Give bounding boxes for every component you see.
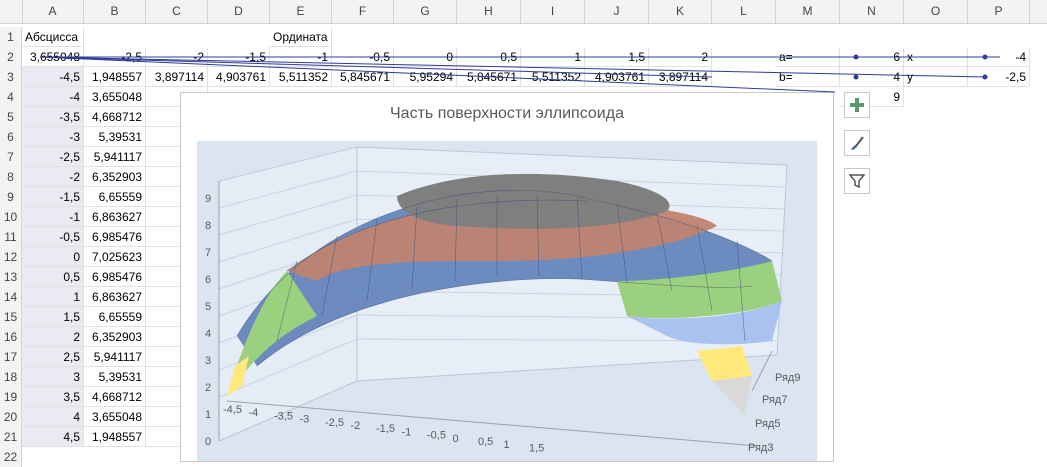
cell-b17[interactable]: 5,941117 [84,347,146,367]
cell-a13[interactable]: 0,5 [22,267,84,287]
x-tick-label: -2,5 [325,417,344,429]
cell-b12[interactable]: 7,025623 [84,247,146,267]
cell-b11[interactable]: 6,985476 [84,227,146,247]
cell-b19[interactable]: 4,668712 [84,387,146,407]
x-tick-label: 1 [504,439,510,451]
cell-a6[interactable]: -3 [22,127,84,147]
z-tick-label: 0 [205,436,211,448]
chart-ellipsoid[interactable]: Часть поверхности эллипсоида 0 1 2 3 4 5… [180,92,834,462]
z-tick-label: 7 [205,247,211,259]
cell-b15[interactable]: 6,65559 [84,307,146,327]
cell-b7[interactable]: 5,941117 [84,147,146,167]
row-header-14[interactable]: 14 [0,287,22,307]
z-tick-label: 3 [205,355,211,367]
x-tick-label: -0,5 [427,430,446,442]
cell-a14[interactable]: 1 [22,287,84,307]
cell-a17[interactable]: 2,5 [22,347,84,367]
series-label: Ряд5 [755,418,780,430]
row-header-21[interactable]: 21 [0,427,22,447]
cell-b10[interactable]: 6,863627 [84,207,146,227]
row-header-15[interactable]: 15 [0,307,22,327]
chart-styles-button[interactable] [844,130,870,156]
row-header-11[interactable]: 11 [0,227,22,247]
z-tick-label: 8 [205,220,211,232]
z-tick-label: 6 [205,274,211,286]
cell-a15[interactable]: 1,5 [22,307,84,327]
cell-b9[interactable]: 6,65559 [84,187,146,207]
brush-icon [851,136,864,150]
cell-b20[interactable]: 3,655048 [84,407,146,427]
surface-band-lightgray-right [712,376,752,416]
series-label: Ряд3 [748,442,773,454]
x-tick-label: -3 [300,414,310,426]
cell-a9[interactable]: -1,5 [22,187,84,207]
row-header-8[interactable]: 8 [0,167,22,187]
x-tick-label: -4 [249,407,259,419]
cell-a10[interactable]: -1 [22,207,84,227]
row-header-6[interactable]: 6 [0,127,22,147]
z-tick-label: 2 [205,382,211,394]
cell-b21[interactable]: 1,948557 [84,427,146,447]
surface-chart-svg: 0 1 2 3 4 5 6 7 8 9 -4,5 -4 -3,5 -3 -2,5 -2 -1,5 -1 -0,5 0… [205,146,800,454]
plot-area: 0 1 2 3 4 5 6 7 8 9 -4,5 -4 -3,5 -3 -2,5 -2 -1,5 -1 -0,5 0… [197,141,817,461]
x-tick-label: 0 [453,433,459,445]
cell-a8[interactable]: -2 [22,167,84,187]
row-header-18[interactable]: 18 [0,367,22,387]
cell-b14[interactable]: 6,863627 [84,287,146,307]
row-header-17[interactable]: 17 [0,347,22,367]
cell-b13[interactable]: 6,985476 [84,267,146,287]
x-tick-label: -1 [402,426,412,438]
filter-icon [849,174,865,189]
x-tick-label: -1,5 [376,423,395,435]
row-header-10[interactable]: 10 [0,207,22,227]
cell-b16[interactable]: 6,352903 [84,327,146,347]
cell-b6[interactable]: 5,39531 [84,127,146,147]
x-tick-label: 0,5 [478,436,493,448]
row-header-13[interactable]: 13 [0,267,22,287]
row-header-22[interactable]: 22 [0,447,22,467]
cell-a7[interactable]: -2,5 [22,147,84,167]
x-tick-label: 1,5 [529,442,544,454]
sparkline-overlay [39,54,1000,93]
row-header-19[interactable]: 19 [0,387,22,407]
cell-a12[interactable]: 0 [22,247,84,267]
cell-b8[interactable]: 6,352903 [84,167,146,187]
cell-a18[interactable]: 3 [22,367,84,387]
cell-b18[interactable]: 5,39531 [84,367,146,387]
series-label: Ряд9 [775,372,800,384]
z-tick-label: 9 [205,193,211,205]
y-axis [751,350,773,392]
x-tick-label: -3,5 [274,410,293,422]
x-tick-label: -2 [351,420,361,432]
row-header-20[interactable]: 20 [0,407,22,427]
x-tick-label: -4,5 [223,404,242,416]
row-header-12[interactable]: 12 [0,247,22,267]
row-header-9[interactable]: 9 [0,187,22,207]
cell-a19[interactable]: 3,5 [22,387,84,407]
surface-band-yellow-right [697,346,752,381]
cell-a11[interactable]: -0,5 [22,227,84,247]
chart-filters-button[interactable] [844,168,870,194]
z-tick-label: 5 [205,301,211,313]
row-header-7[interactable]: 7 [0,147,22,167]
series-label: Ряд7 [762,394,787,406]
z-tick-label: 4 [205,328,211,340]
cell-a21[interactable]: 4,5 [22,427,84,447]
z-tick-label: 1 [205,409,211,421]
cell-a20[interactable]: 4 [22,407,84,427]
row-header-16[interactable]: 16 [0,327,22,347]
cell-a16[interactable]: 2 [22,327,84,347]
